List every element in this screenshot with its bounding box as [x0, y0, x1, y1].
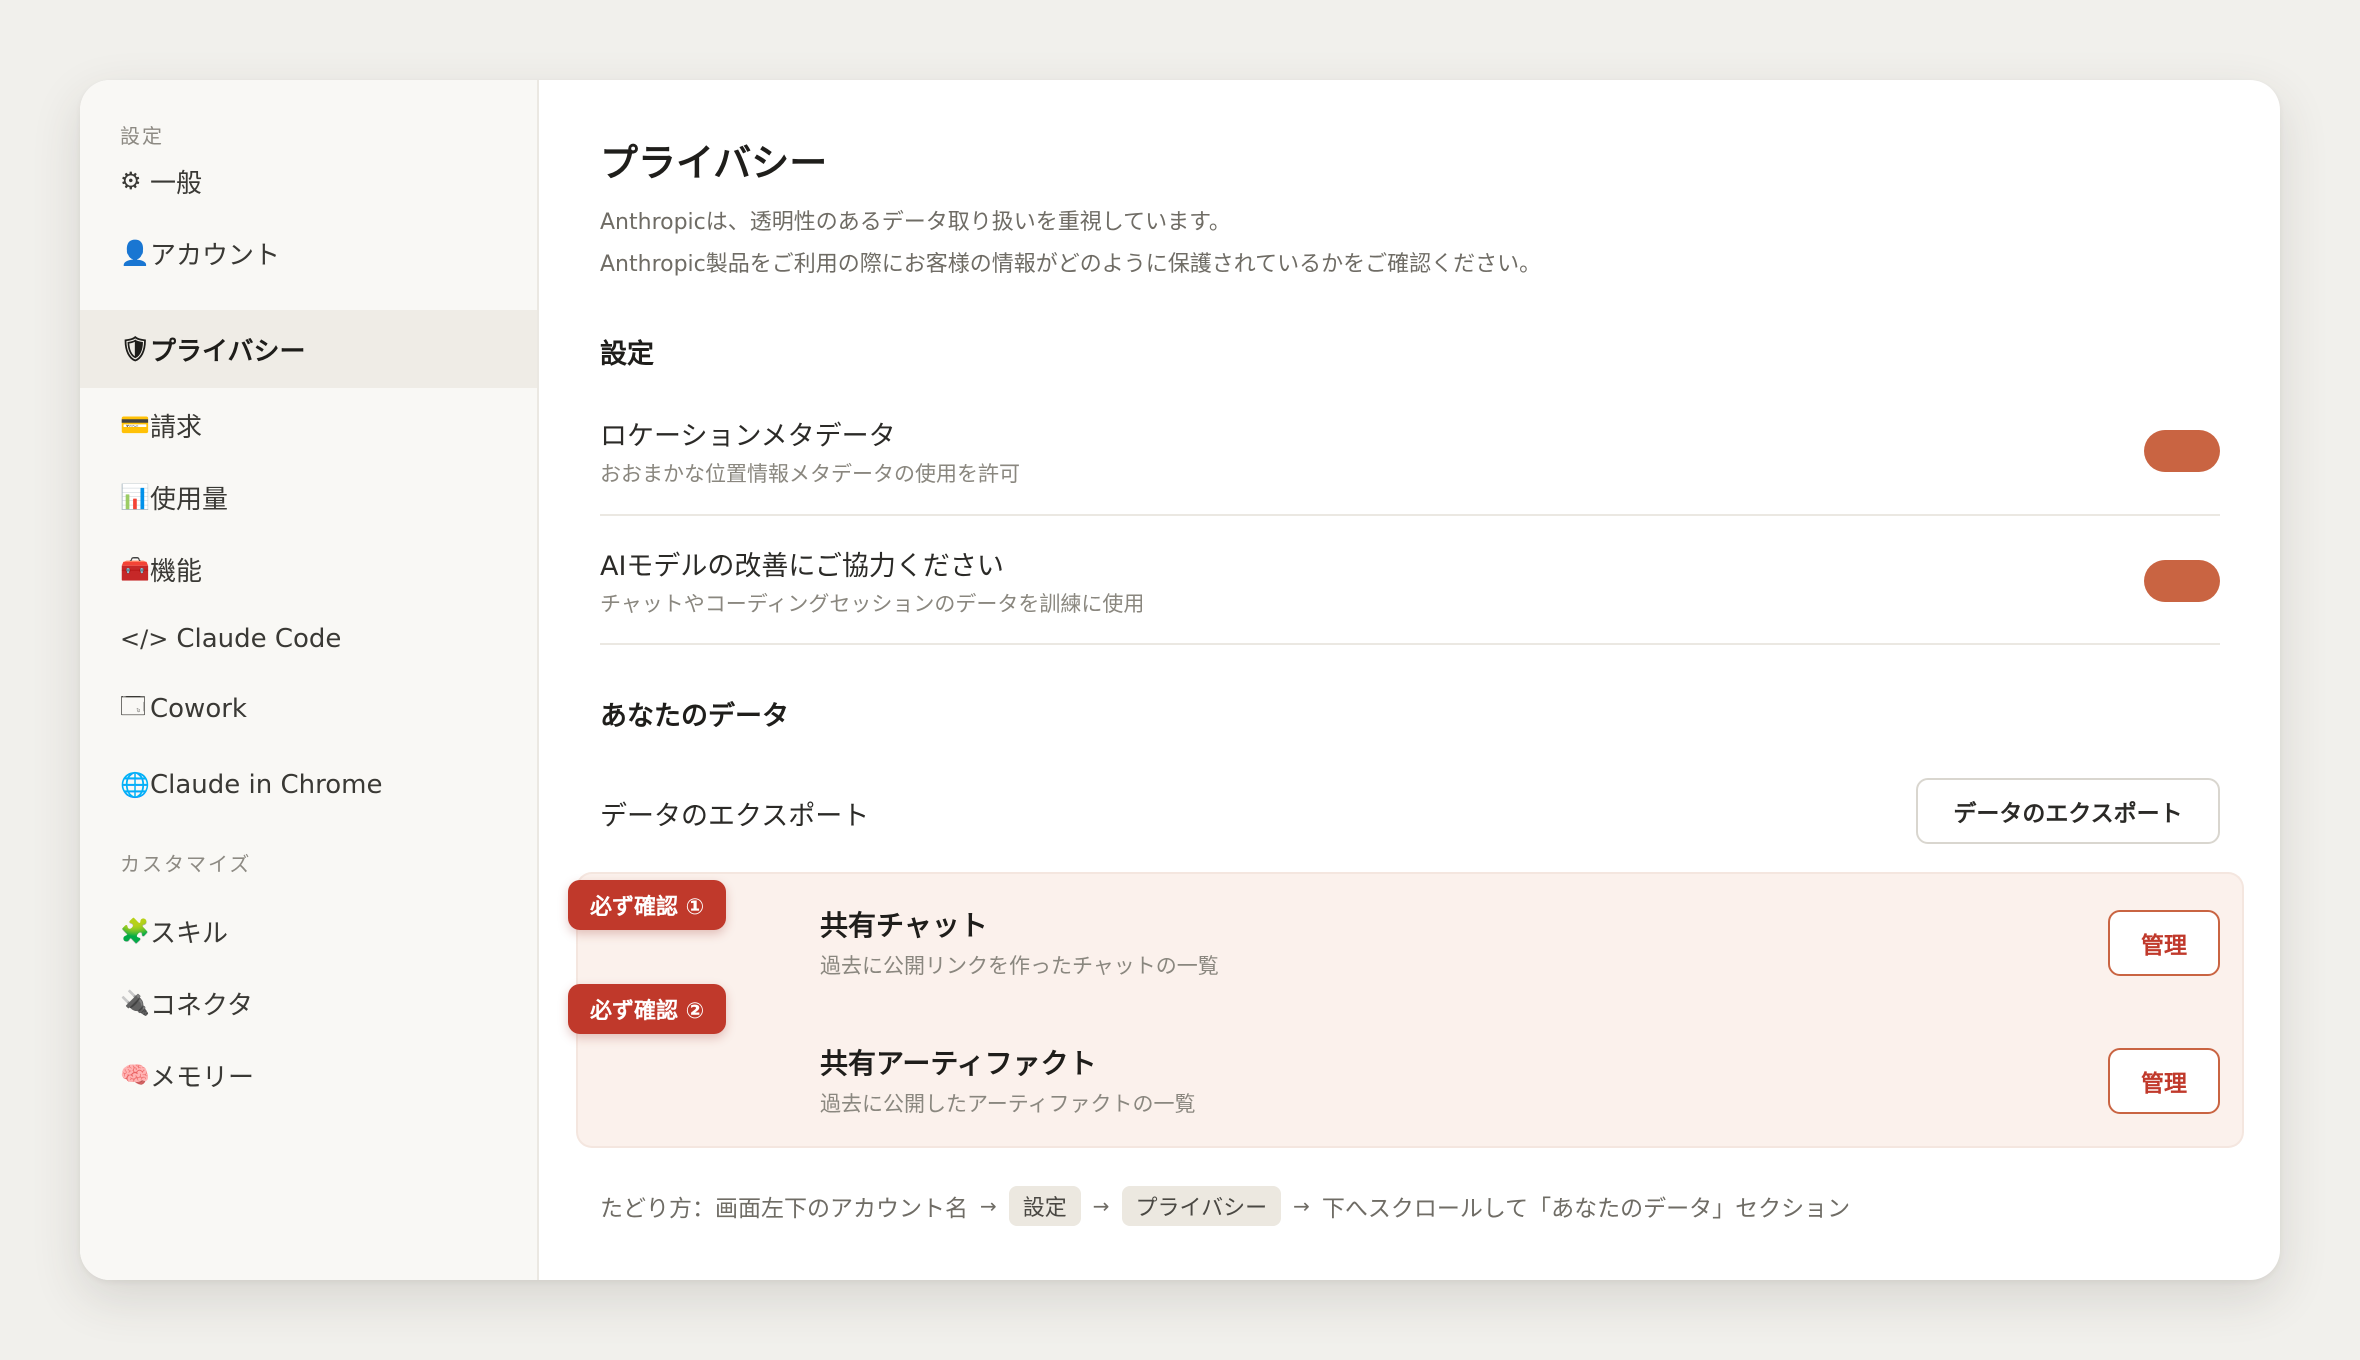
export-data-label: データのエクスポート: [600, 801, 870, 832]
sidebar-item-label: 請求: [150, 412, 203, 443]
brain-icon: 🧠: [120, 1061, 150, 1089]
improve-model-description: チャットやコーディングセッションのデータを訓練に使用: [600, 592, 1145, 616]
toolbox-icon: 🧰: [120, 555, 150, 583]
sidebar-item-features[interactable]: 🧰 機能: [80, 530, 537, 608]
must-check-badge-1: 必ず確認 ①: [568, 880, 727, 930]
sidebar-item-label: コネクタ: [150, 990, 253, 1021]
sidebar-item-claude-in-chrome[interactable]: 🌐 Claude in Chrome: [80, 746, 537, 824]
sidebar-item-memory[interactable]: 🧠 メモリー: [80, 1036, 537, 1114]
sidebar-item-label: 使用量: [150, 484, 229, 515]
sidebar-item-cowork[interactable]: 🗔 Cowork: [80, 670, 537, 748]
manage-shared-chats-button[interactable]: 管理: [2108, 910, 2220, 976]
export-data-button[interactable]: データのエクスポート: [1916, 778, 2220, 844]
navigation-path-hint: たどり方：画面左下のアカウント名 → 設定 → プライバシー → 下へスクロール…: [600, 1186, 1850, 1226]
arrow-icon: →: [1092, 1194, 1110, 1218]
sidebar-item-privacy[interactable]: 🛡 プライバシー: [80, 310, 537, 388]
arrow-icon: →: [1293, 1194, 1310, 1218]
sidebar-item-account[interactable]: 👤 アカウント: [80, 214, 537, 292]
settings-heading: 設定: [600, 339, 654, 370]
path-prefix: たどり方：画面左下のアカウント名: [600, 1196, 968, 1222]
gear-icon: ⚙: [120, 167, 142, 195]
window-icon: 🗔: [120, 691, 147, 720]
sidebar-item-usage[interactable]: 📊 使用量: [80, 458, 537, 536]
sidebar-item-label: Claude Code: [176, 624, 342, 654]
sidebar-item-skills[interactable]: 🧩 スキル: [80, 892, 537, 970]
page-description-line2: Anthropic製品をご利用の際にお客様の情報がどのように保護されているかをご…: [600, 252, 1542, 277]
page-description-line1: Anthropicは、透明性のあるデータ取り扱いを重視しています。: [600, 210, 1231, 235]
sidebar-item-label: スキル: [150, 918, 229, 949]
your-data-heading: あなたのデータ: [600, 701, 789, 732]
plug-icon: 🔌: [120, 989, 150, 1017]
globe-icon: 🌐: [120, 771, 150, 799]
arrow-icon: →: [980, 1194, 997, 1218]
sidebar-item-general[interactable]: ⚙ 一般: [80, 142, 537, 220]
location-metadata-toggle[interactable]: [2144, 430, 2220, 472]
location-metadata-description: おおまかな位置情報メタデータの使用を許可: [600, 462, 1020, 486]
sidebar-item-connectors[interactable]: 🔌 コネクタ: [80, 964, 537, 1042]
sidebar-item-label: プライバシー: [150, 336, 306, 367]
sidebar-item-label: アカウント: [150, 240, 281, 271]
must-check-badge-2: 必ず確認 ②: [568, 984, 727, 1034]
sidebar-item-label: Claude in Chrome: [150, 770, 383, 800]
improve-model-toggle[interactable]: [2144, 560, 2220, 602]
improve-model-title: AIモデルの改善にご協力ください: [600, 551, 1004, 582]
sidebar-section-customize: カスタマイズ: [120, 852, 252, 876]
path-chip-privacy: プライバシー: [1121, 1186, 1282, 1226]
sidebar-item-label: Cowork: [150, 694, 247, 724]
page-title: プライバシー: [600, 141, 828, 185]
divider: [600, 514, 2220, 516]
shared-artifacts-title: 共有アーティファクト: [820, 1047, 1097, 1080]
shared-chats-title: 共有チャット: [820, 909, 988, 942]
path-chip-settings: 設定: [1008, 1186, 1081, 1226]
sidebar: 設定 ⚙ 一般 👤 アカウント 🛡 プライバシー 💳 請求 📊 使用量 🧰 機能…: [80, 80, 539, 1280]
user-icon: 👤: [120, 239, 150, 267]
shared-chats-description: 過去に公開リンクを作ったチャットの一覧: [820, 954, 1219, 978]
divider: [600, 643, 2220, 645]
sidebar-item-billing[interactable]: 💳 請求: [80, 386, 537, 464]
bar-chart-icon: 📊: [120, 483, 150, 511]
sidebar-item-claude-code[interactable]: </> Claude Code: [80, 600, 537, 678]
sidebar-item-label: メモリー: [150, 1062, 255, 1093]
puzzle-icon: 🧩: [120, 917, 150, 945]
sidebar-item-label: 一般: [150, 168, 203, 199]
path-suffix: 下へスクロールして「あなたのデータ」セクション: [1321, 1196, 1851, 1222]
credit-card-icon: 💳: [120, 411, 150, 439]
shield-icon: 🛡: [120, 335, 151, 363]
sidebar-item-label: 機能: [150, 556, 203, 587]
shared-artifacts-description: 過去に公開したアーティファクトの一覧: [820, 1092, 1196, 1116]
manage-shared-artifacts-button[interactable]: 管理: [2108, 1048, 2220, 1114]
code-icon: </>: [120, 625, 169, 653]
location-metadata-title: ロケーションメタデータ: [600, 421, 896, 452]
